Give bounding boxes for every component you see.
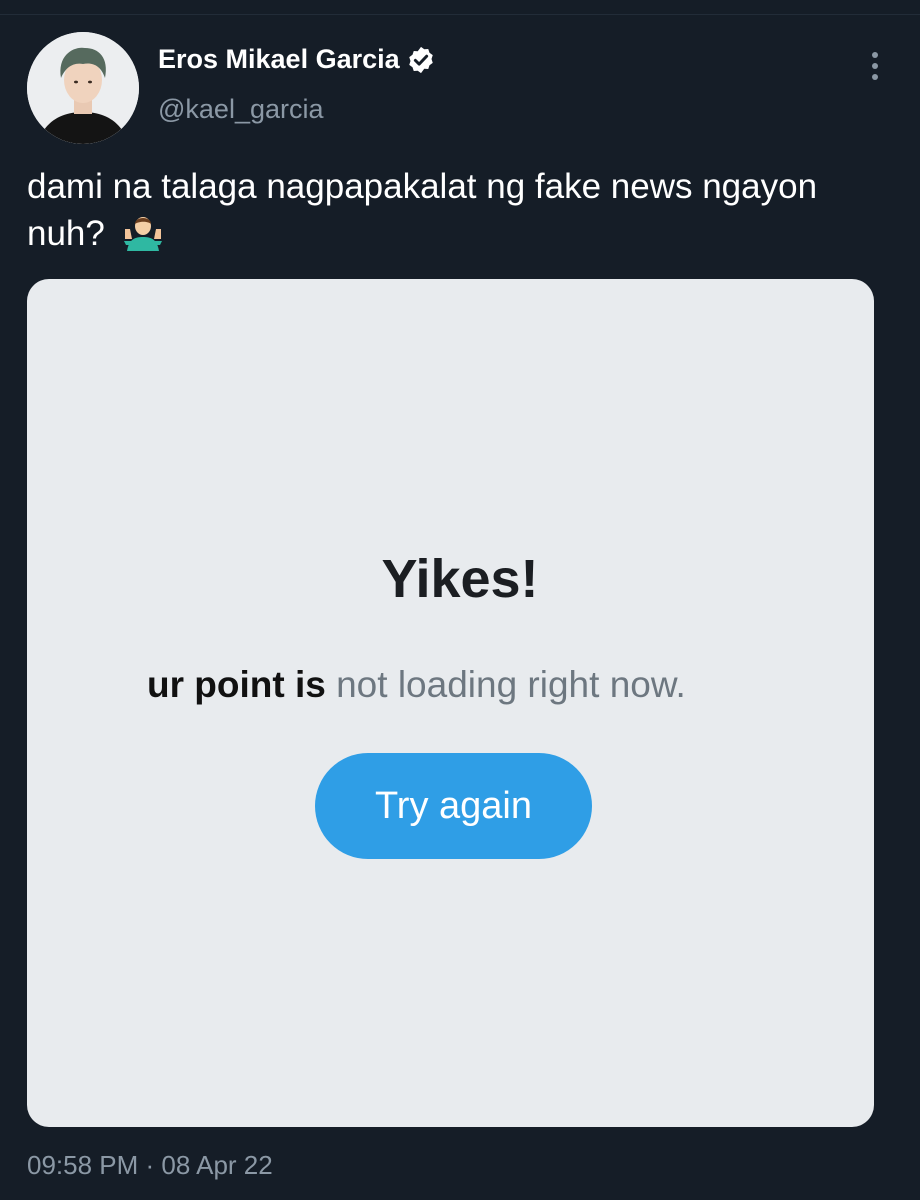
top-divider <box>0 0 920 15</box>
author-handle[interactable]: @kael_garcia <box>158 94 324 125</box>
card-message-bold: ur point is <box>147 664 326 705</box>
card-message: ur point is not loading right now. <box>147 664 686 706</box>
tweet-text: dami na talaga nagpapakalat ng fake news… <box>27 165 887 256</box>
author-name-row[interactable]: Eros Mikael Garcia <box>158 44 436 75</box>
avatar-image <box>27 32 139 144</box>
author-display-name[interactable]: Eros Mikael Garcia <box>158 44 400 75</box>
more-options-icon[interactable] <box>860 52 890 86</box>
person-shrugging-emoji <box>123 217 162 251</box>
card-heading: Yikes! <box>381 549 539 609</box>
try-again-button[interactable]: Try again <box>315 753 592 859</box>
avatar[interactable] <box>27 32 139 144</box>
tweet-timestamp[interactable]: 09:58 PM · 08 Apr 22 <box>27 1150 273 1181</box>
verified-badge-icon <box>408 46 433 73</box>
card-message-light: not loading right now. <box>336 664 686 705</box>
